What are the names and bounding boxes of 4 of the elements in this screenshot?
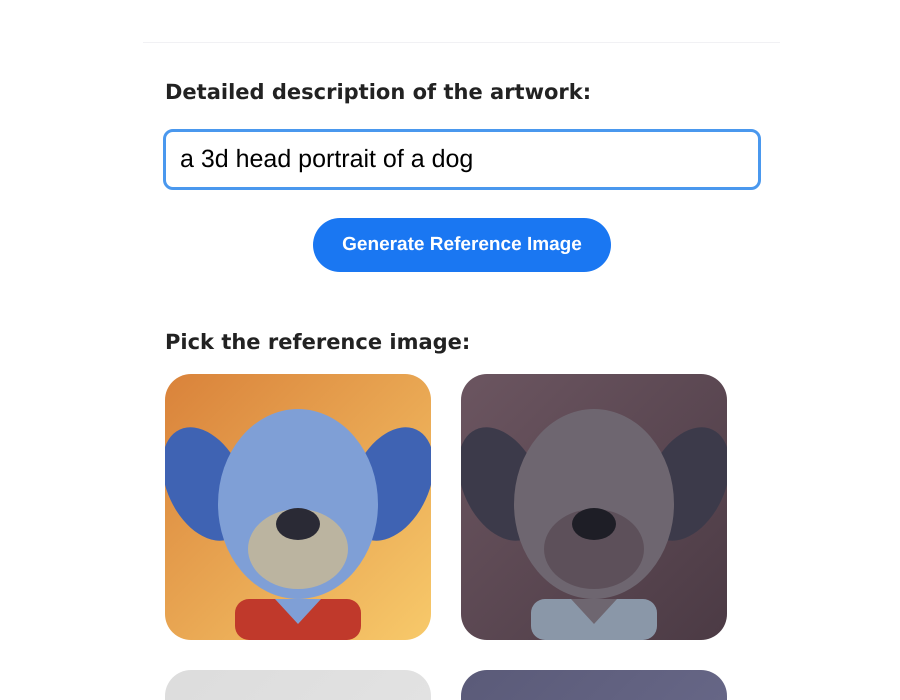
section-label: Pick the reference image: <box>165 329 472 356</box>
field-label: Detailed description of the artwork: <box>165 79 592 106</box>
description-field[interactable]: a 3d head portrait of a dog <box>163 129 761 190</box>
generate-button[interactable]: Generate Reference Image <box>313 218 611 272</box>
